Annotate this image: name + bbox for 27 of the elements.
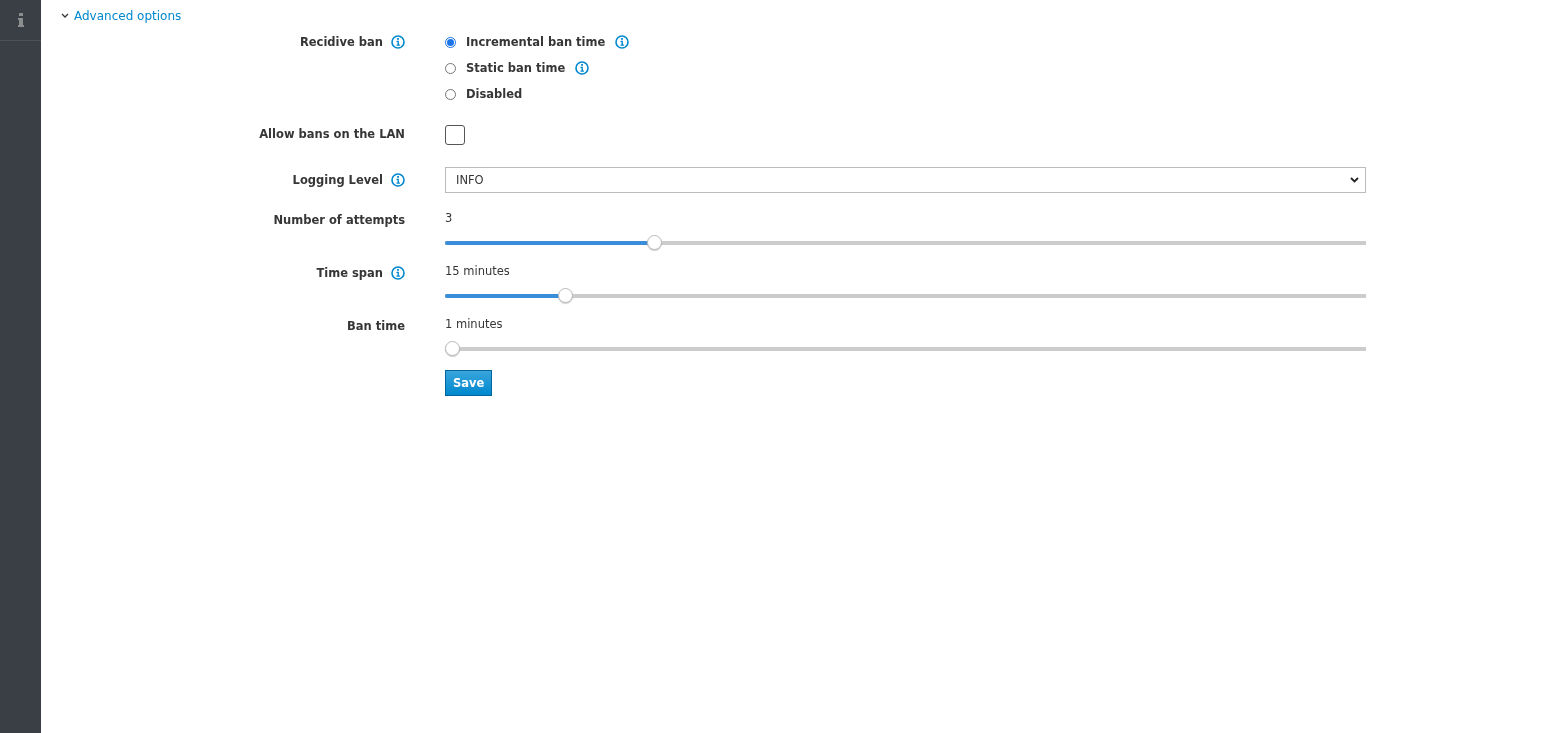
info-icon[interactable] — [575, 61, 590, 75]
chevron-down-icon — [1350, 177, 1359, 183]
field-label: Logging Level — [292, 173, 383, 187]
slider-thumb[interactable] — [558, 288, 574, 303]
slider-value: 3 — [445, 211, 454, 227]
radio-label: Disabled — [466, 87, 523, 101]
radio-label: Incremental ban time — [466, 35, 606, 49]
field-label: Ban time — [347, 319, 405, 333]
info-icon[interactable] — [615, 35, 630, 49]
radio-label: Static ban time — [466, 61, 566, 75]
slider-thumb[interactable] — [445, 341, 460, 356]
info-icon[interactable] — [391, 266, 405, 280]
advanced-options-toggle[interactable]: Advanced options — [61, 9, 182, 23]
info-icon[interactable] — [391, 35, 405, 49]
save-button[interactable]: Save — [445, 370, 493, 396]
info-icon[interactable] — [17, 13, 24, 27]
checkbox[interactable] — [445, 125, 465, 145]
slider-thumb[interactable] — [647, 235, 663, 250]
chevron-icon — [61, 13, 69, 19]
slider-value: 1 minutes — [445, 317, 504, 333]
field-label: Time span — [316, 266, 383, 280]
select-dropdown[interactable]: INFO — [445, 167, 1366, 193]
field-label: Allow bans on the LAN — [259, 127, 405, 141]
info-icon[interactable] — [391, 173, 405, 187]
field-label: Number of attempts — [273, 213, 405, 227]
field-label: Recidive ban — [299, 35, 383, 49]
slider-value: 15 minutes — [445, 264, 511, 280]
